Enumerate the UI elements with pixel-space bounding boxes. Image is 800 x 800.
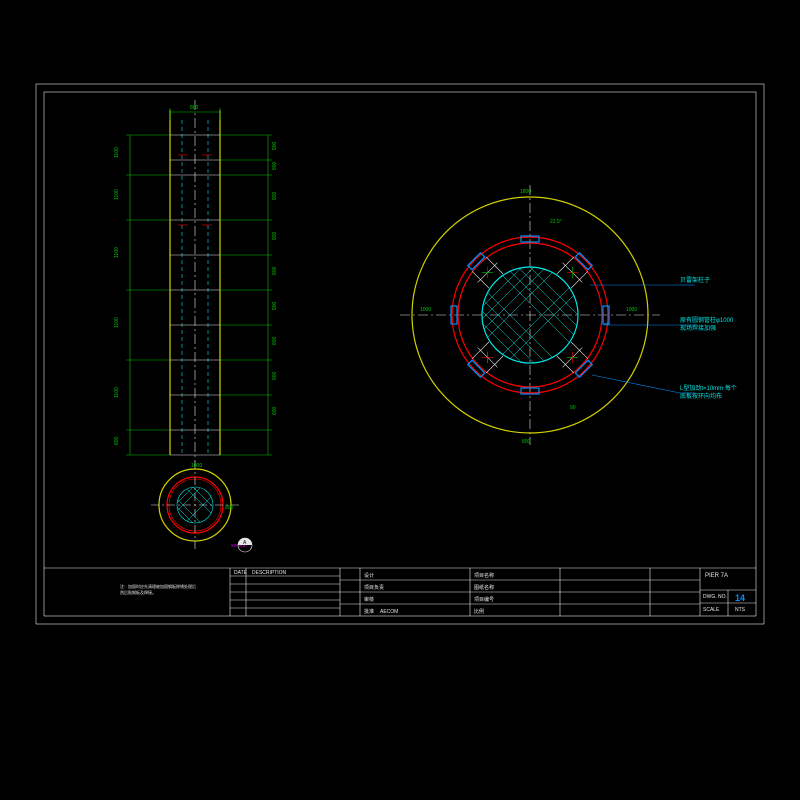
rb-f2: 图纸名称 (474, 584, 494, 591)
rev-f2: 项目负责 (364, 584, 384, 591)
lg-rad: 90 (570, 405, 576, 411)
rdim-4: 800 (272, 266, 278, 275)
dwgno-value: 14 (735, 593, 745, 603)
rdim-6: 800 (272, 336, 278, 345)
rev-f4: 批准 (364, 608, 374, 615)
ldim-3: 1100 (114, 317, 120, 328)
callout-1: 贝雷架柱子 (680, 276, 710, 284)
callout-2: 原有圆钢管柱φ1000 (680, 316, 734, 324)
rb-f4: 比例 (474, 608, 484, 615)
rb-f3: 项目编号 (474, 596, 494, 603)
lg-dim-mid: 1000 (420, 307, 431, 313)
note-1: 注：加固时应先清理被加固钢板除锈处理后 (120, 583, 196, 589)
ldim-0: 1100 (114, 147, 120, 158)
rdim-7: 800 (272, 371, 278, 380)
scale-value: NTS (735, 607, 746, 613)
detail-title: PIER 7A (705, 573, 728, 579)
sm-dia-in: 800 (225, 505, 234, 511)
rdim-2: 800 (272, 191, 278, 200)
sm-dia-out: 1000 (191, 463, 202, 469)
ldim-1: 1100 (114, 189, 120, 200)
note-2: 然后贴钢板及焊接。 (120, 589, 156, 595)
rdim-8: 600 (272, 406, 278, 415)
lg-dim-mid-r: 1000 (626, 307, 637, 313)
dwgno-label: DWG. NO. (703, 594, 727, 600)
ldim-2: 1100 (114, 247, 120, 258)
section-large: 1800 1000 1000 800 22.5° 90 贝雷架柱子 原有圆钢管柱… (400, 185, 737, 445)
date-label: DATE (234, 570, 248, 576)
drawing-svg: DATE DESCRIPTION 设计 项目负责 审核 批准 AECOM AEC… (0, 0, 800, 800)
lg-angle: 22.5° (550, 219, 562, 225)
scale-label: SCALE (703, 607, 720, 613)
aecom-text: AECOM (380, 609, 398, 615)
inner-border (44, 92, 756, 616)
cad-viewport[interactable]: DATE DESCRIPTION 设计 项目负责 审核 批准 AECOM AEC… (0, 0, 800, 800)
rev-f1: 设计 (364, 572, 374, 579)
elevation-view: 1100 1100 1100 1100 1100 800 800 800 800… (114, 100, 278, 462)
ldim-5: 800 (114, 436, 120, 445)
rdim-3: 800 (272, 231, 278, 240)
top-dim: 800 (190, 105, 199, 111)
rev-f3: 审核 (364, 596, 374, 603)
rdim-5: 800 (272, 301, 278, 310)
callout-2b: 现场焊接加强 (680, 324, 716, 332)
callout-3: L型加劲t=10mm 每个 (680, 384, 737, 392)
lg-dim-outer: 1800 (520, 189, 531, 195)
outer-border (36, 84, 764, 624)
callout-3b: 底板按环向均布 (680, 392, 722, 400)
rdim-1: 800 (272, 161, 278, 170)
section-small: 1000 800 section A (151, 461, 252, 552)
rdim-0: 800 (272, 141, 278, 150)
title-block: DATE DESCRIPTION 设计 项目负责 审核 批准 AECOM AEC… (44, 568, 756, 616)
ldim-4: 1100 (114, 387, 120, 398)
rb-f1: 项目名称 (474, 572, 494, 579)
lg-dim-inner: 800 (522, 439, 531, 445)
desc-label: DESCRIPTION (252, 570, 287, 576)
